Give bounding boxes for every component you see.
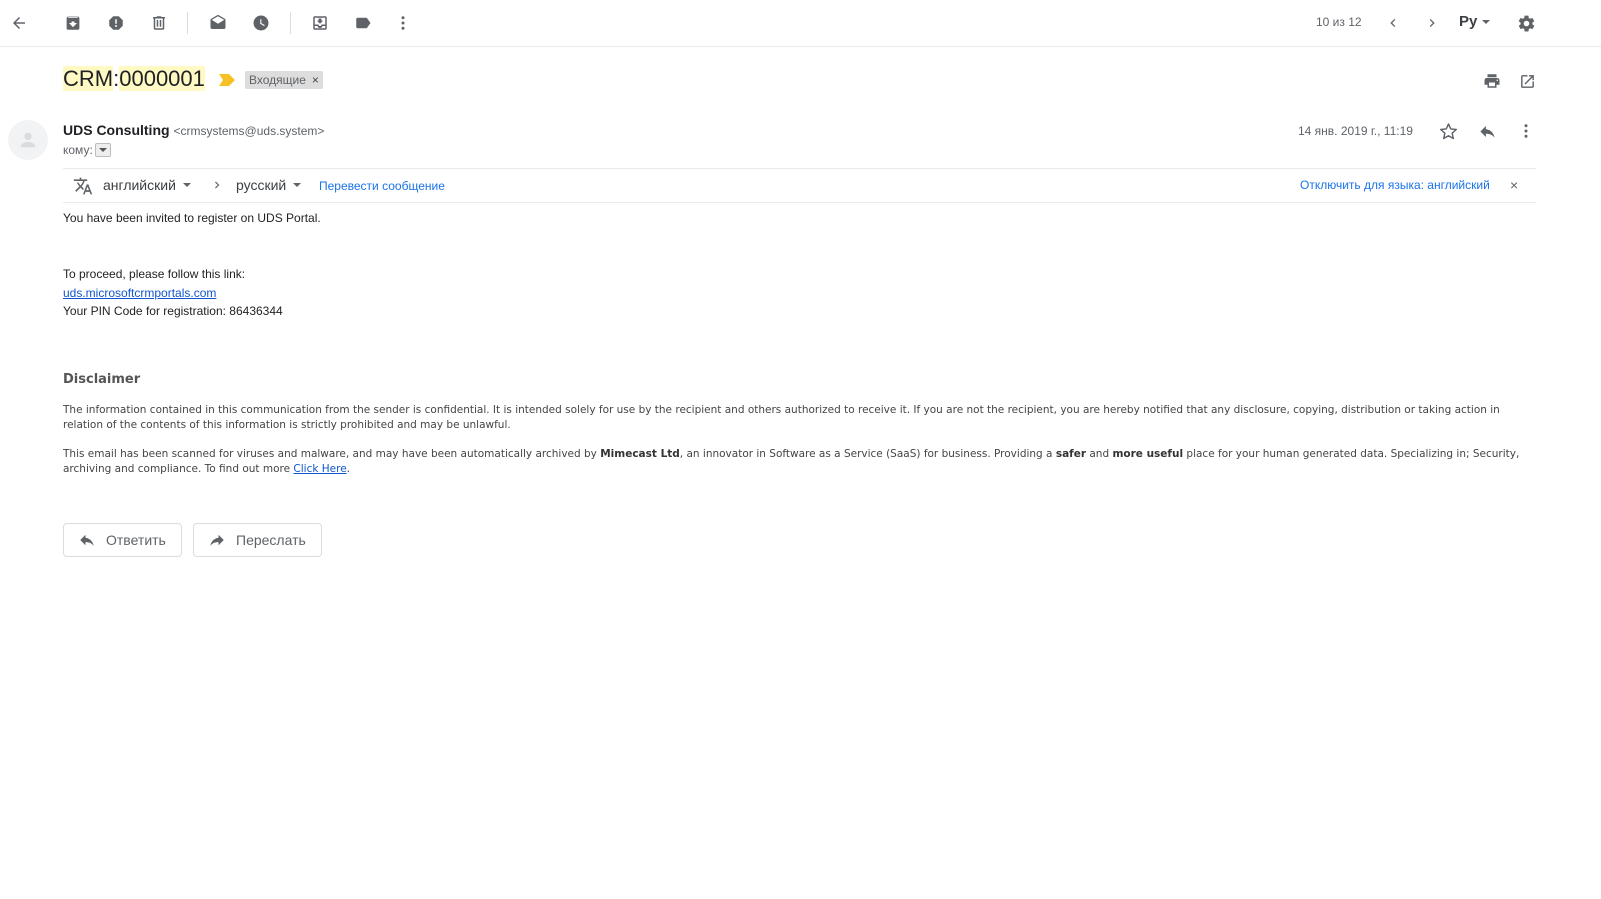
pin-code-line: Your PIN Code for registration: 86436344 (63, 304, 283, 318)
toolbar-separator (187, 12, 188, 34)
inbox-label-chip[interactable]: Входящие × (245, 71, 323, 89)
forward-button[interactable]: Переслать (193, 523, 322, 557)
disclaimer-text: This email has been scanned for viruses … (63, 448, 601, 460)
open-new-window-icon[interactable] (1516, 70, 1538, 92)
print-icon[interactable] (1481, 70, 1503, 92)
reply-button-label: Ответить (106, 532, 166, 548)
target-language-select[interactable]: русский (236, 177, 302, 193)
reply-button[interactable]: Ответить (63, 523, 182, 557)
move-to-icon[interactable] (309, 12, 331, 34)
input-language-label: Ру (1459, 13, 1478, 30)
dropdown-caret-icon (1482, 19, 1491, 24)
disclaimer-bold-mimecast: Mimecast Ltd (600, 448, 680, 460)
star-icon[interactable] (1437, 120, 1459, 142)
source-language-label: английский (103, 177, 176, 193)
disclaimer-text: , an innovator in Software as a Service … (679, 448, 1056, 460)
disclaimer-bold-safer: safer (1055, 448, 1087, 460)
portal-link: uds.microsoftcrmportals.com (63, 284, 216, 303)
pagination-count: 10 из 12 (1316, 15, 1362, 29)
importance-marker-icon[interactable] (218, 72, 236, 88)
dropdown-caret-icon (182, 183, 191, 187)
subject-highlight-number: 0000001 (119, 66, 205, 91)
reply-icon[interactable] (1476, 120, 1498, 142)
chevron-right-icon (209, 177, 225, 193)
forward-button-label: Переслать (236, 532, 306, 548)
disclaimer-text: and (1086, 448, 1113, 460)
remove-label-close-icon[interactable]: × (312, 73, 319, 87)
forward-icon (210, 534, 224, 546)
disclaimer-paragraph-confidential: The information contained in this commun… (63, 404, 1500, 431)
translate-message-link[interactable]: Перевести сообщение (319, 179, 445, 193)
chevron-down-icon (98, 148, 107, 152)
disclaimer-bold-more-useful: more useful (1112, 448, 1184, 460)
label-icon[interactable] (352, 12, 374, 34)
sender-name[interactable]: UDS Consulting (63, 122, 170, 138)
more-vert-icon[interactable] (1515, 120, 1537, 142)
toolbar: 10 из 12 Ру (0, 0, 1601, 47)
mark-unread-icon[interactable] (207, 12, 229, 34)
report-spam-icon[interactable] (105, 12, 127, 34)
email-subject: CRM:0000001 (63, 66, 205, 92)
disable-translation-link[interactable]: Отключить для языка: английский (1300, 178, 1490, 192)
sender-line: UDS Consulting <crmsystems@uds.system> (63, 122, 324, 138)
target-language-label: русский (236, 177, 287, 193)
dismiss-translate-close-icon[interactable]: × (1510, 177, 1518, 193)
reply-icon (80, 534, 94, 546)
subject-highlight-crm: CRM (63, 66, 114, 91)
back-arrow-icon[interactable] (8, 12, 30, 34)
disclaimer-paragraph-mimecast: This email has been scanned for viruses … (63, 447, 1533, 477)
show-details-dropdown[interactable] (94, 143, 111, 157)
input-tools-button[interactable]: Ру (1459, 13, 1491, 30)
disclaimer-title: Disclaimer (63, 372, 141, 387)
body-proceed-line: To proceed, please follow this link: (63, 267, 246, 281)
inbox-label-text: Входящие (249, 73, 306, 87)
dropdown-caret-icon (293, 183, 302, 187)
avatar[interactable] (8, 120, 48, 160)
delete-icon[interactable] (148, 12, 170, 34)
translate-bar: английский русский Перевести сообщение О… (63, 168, 1536, 203)
disclaimer-text: . (346, 463, 351, 475)
body-invite-line: You have been invited to register on UDS… (63, 211, 321, 225)
prev-message-chevron-icon[interactable] (1382, 12, 1404, 34)
source-language-select[interactable]: английский (103, 177, 192, 193)
snooze-clock-icon[interactable] (250, 12, 272, 34)
archive-icon[interactable] (62, 12, 84, 34)
recipients-line: кому: (63, 143, 111, 157)
settings-gear-icon[interactable] (1515, 12, 1537, 34)
translate-icon (72, 175, 94, 197)
sender-email: <crmsystems@uds.system> (173, 124, 325, 138)
message-date: 14 янв. 2019 г., 11:19 (1298, 124, 1413, 138)
click-here-link[interactable]: Click Here (293, 463, 346, 475)
next-message-chevron-icon[interactable] (1421, 12, 1443, 34)
portal-link-anchor[interactable]: uds.microsoftcrmportals.com (63, 286, 216, 300)
more-vert-icon[interactable] (392, 12, 414, 34)
toolbar-separator (290, 12, 291, 34)
to-label: кому: (63, 143, 93, 157)
